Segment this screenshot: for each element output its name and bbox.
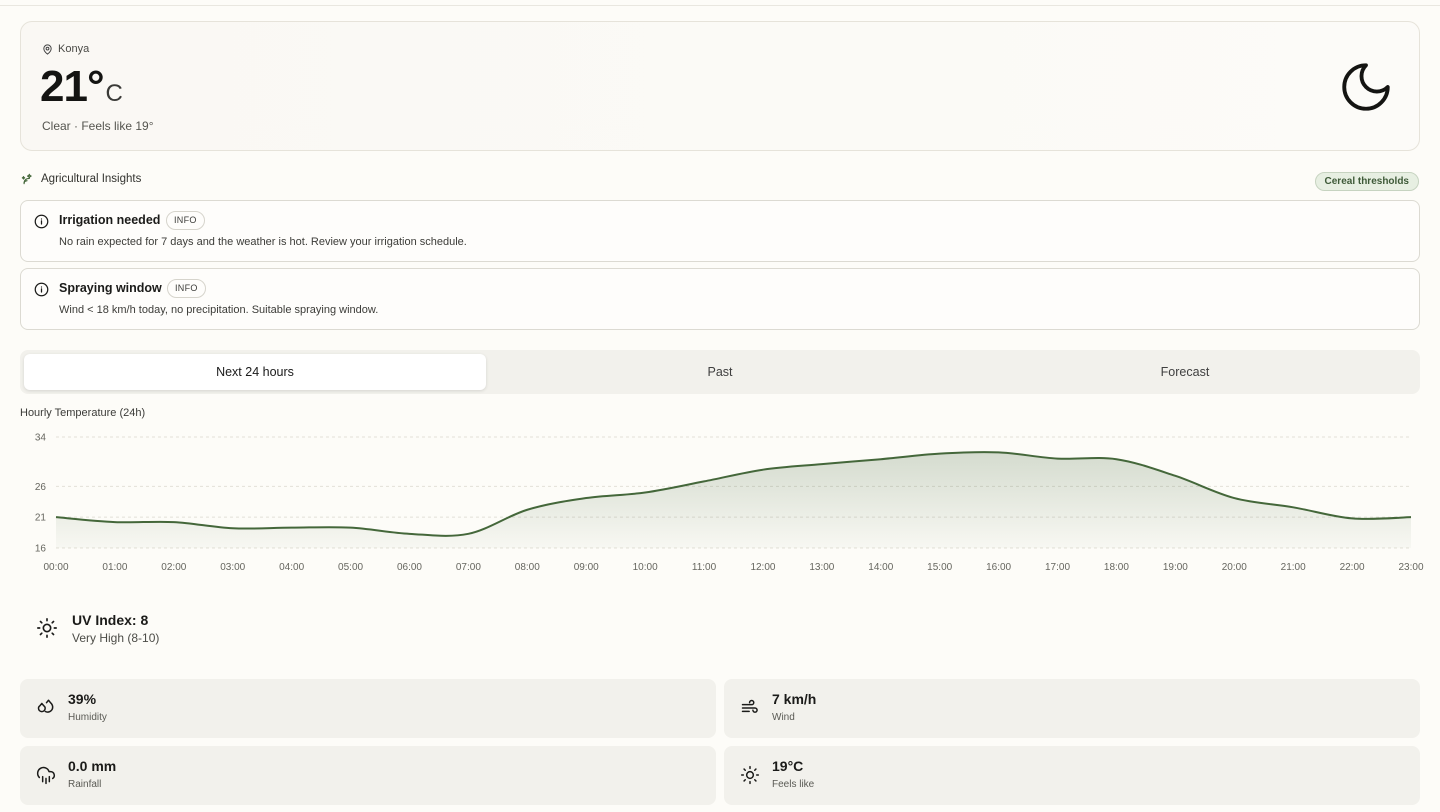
- y-tick-label: 16: [35, 544, 47, 555]
- top-divider: [0, 5, 1440, 6]
- rainfall-label: Rainfall: [68, 779, 102, 790]
- x-tick-label: 10:00: [633, 562, 658, 573]
- wind-icon: [741, 699, 758, 713]
- x-tick-label: 16:00: [986, 562, 1011, 573]
- x-tick-label: 08:00: [515, 562, 540, 573]
- x-tick-label: 20:00: [1222, 562, 1247, 573]
- alert-description: No rain expected for 7 days and the weat…: [59, 236, 467, 248]
- x-tick-label: 13:00: [809, 562, 834, 573]
- info-icon: [34, 282, 49, 297]
- condition-text: Clear · Feels like 19°: [42, 119, 154, 133]
- cloud-rain-icon: [36, 766, 56, 785]
- x-tick-label: 12:00: [750, 562, 775, 573]
- stat-feels-like: 19°C Feels like: [724, 746, 1420, 805]
- map-pin-icon: [43, 43, 52, 55]
- info-icon: [34, 214, 49, 229]
- x-tick-label: 11:00: [692, 562, 717, 573]
- time-range-tabs: Next 24 hours Past Forecast: [20, 350, 1420, 394]
- chart-title: Hourly Temperature (24h): [20, 407, 146, 419]
- x-tick-label: 06:00: [397, 562, 422, 573]
- alert-irrigation: Irrigation needed INFO No rain expected …: [20, 200, 1420, 262]
- x-tick-label: 01:00: [102, 562, 127, 573]
- y-tick-label: 21: [35, 513, 47, 524]
- feels-like-label: Feels like: [772, 779, 815, 790]
- moon-icon: [1342, 63, 1390, 111]
- tab-next-24-hours[interactable]: Next 24 hours: [24, 354, 486, 390]
- x-tick-label: 04:00: [279, 562, 304, 573]
- stat-humidity: 39% Humidity: [20, 679, 716, 738]
- x-tick-label: 17:00: [1045, 562, 1070, 573]
- x-tick-label: 05:00: [338, 562, 363, 573]
- x-tick-label: 09:00: [574, 562, 599, 573]
- location-row: Konya: [42, 43, 89, 55]
- x-tick-label: 02:00: [161, 562, 186, 573]
- x-tick-label: 07:00: [456, 562, 481, 573]
- x-tick-label: 14:00: [868, 562, 893, 573]
- x-tick-label: 19:00: [1163, 562, 1188, 573]
- x-tick-label: 18:00: [1104, 562, 1129, 573]
- y-tick-label: 34: [35, 433, 47, 444]
- location-name: Konya: [58, 43, 90, 55]
- uv-level: Very High (8-10): [72, 631, 160, 645]
- current-weather-card: Konya 21° C Clear · Feels like 19°: [20, 21, 1420, 151]
- uv-value: UV Index: 8: [72, 612, 149, 628]
- cereal-thresholds-button[interactable]: Cereal thresholds: [1314, 172, 1419, 191]
- sun-icon: [37, 618, 57, 638]
- temperature-value: 21°: [40, 62, 105, 111]
- x-tick-label: 21:00: [1281, 562, 1306, 573]
- tab-past[interactable]: Past: [489, 354, 951, 390]
- info-badge: INFO: [166, 211, 205, 230]
- droplets-icon: [37, 699, 54, 713]
- tab-forecast[interactable]: Forecast: [954, 354, 1416, 390]
- alert-spraying: Spraying window INFO Wind < 18 km/h toda…: [20, 268, 1420, 330]
- agri-insights-title: Agricultural Insights: [41, 173, 142, 185]
- x-tick-label: 22:00: [1340, 562, 1365, 573]
- alert-description: Wind < 18 km/h today, no precipitation. …: [59, 304, 379, 316]
- feels-like-value: 19°C: [772, 758, 804, 774]
- x-tick-label: 23:00: [1398, 562, 1423, 573]
- x-tick-label: 15:00: [927, 562, 952, 573]
- wind-label: Wind: [772, 712, 795, 723]
- humidity-label: Humidity: [68, 712, 107, 723]
- wind-value: 7 km/h: [772, 691, 817, 707]
- x-tick-label: 00:00: [43, 562, 68, 573]
- x-tick-label: 03:00: [220, 562, 245, 573]
- uv-index: UV Index: 8 Very High (8-10): [36, 612, 159, 645]
- alert-title: Spraying window: [59, 281, 162, 295]
- alert-title: Irrigation needed: [59, 213, 161, 227]
- humidity-value: 39%: [68, 691, 97, 707]
- agri-insights-header: Agricultural Insights: [20, 172, 141, 186]
- sun-icon: [740, 765, 760, 785]
- y-tick-label: 26: [35, 482, 47, 493]
- rainfall-value: 0.0 mm: [68, 758, 117, 774]
- sparkles-icon: [21, 173, 32, 185]
- hourly-temperature-chart: 34 26 21 16 00:00 01:00 02:00 03:00 04:00 05:00 0…: [35, 433, 1424, 574]
- temperature-area: [56, 452, 1411, 548]
- stat-rainfall: 0.0 mm Rainfall: [20, 746, 716, 805]
- temperature-unit: C: [105, 80, 123, 107]
- info-badge: INFO: [167, 279, 206, 298]
- current-temperature: 21° C: [40, 62, 123, 112]
- stat-wind: 7 km/h Wind: [724, 679, 1420, 738]
